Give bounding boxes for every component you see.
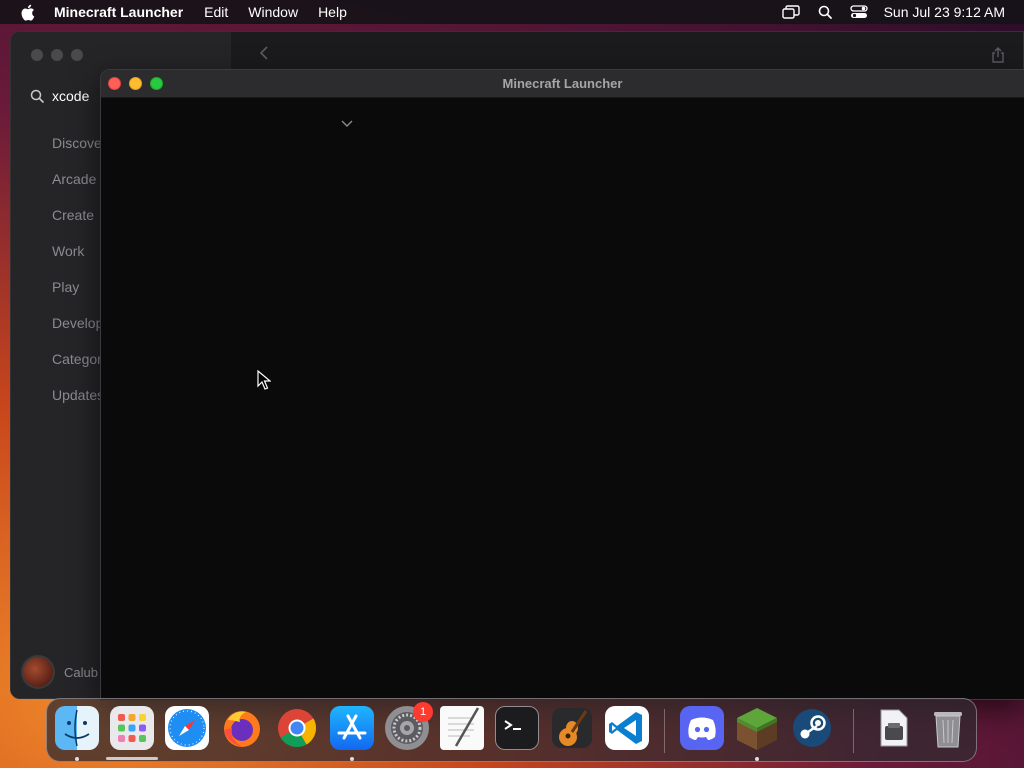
scroll-indicator	[106, 757, 158, 760]
chevron-down-icon	[341, 120, 353, 127]
menu-bar: Minecraft Launcher Edit Window Help Sun …	[0, 0, 1024, 24]
apple-logo-icon	[21, 4, 34, 21]
dock	[46, 698, 977, 762]
menu-window[interactable]: Window	[238, 4, 308, 20]
firefox-icon[interactable]	[220, 706, 264, 750]
window-controls	[108, 77, 163, 90]
user-name: Calub	[64, 664, 98, 680]
title-bar[interactable]: Minecraft Launcher	[101, 70, 1024, 98]
share-button[interactable]	[991, 46, 1005, 68]
minimize-button[interactable]	[51, 49, 63, 61]
close-button[interactable]	[108, 77, 121, 90]
menu-clock[interactable]: Sun Jul 23 9:12 AM	[876, 4, 1024, 20]
safari-icon[interactable]	[165, 706, 209, 750]
zoom-button[interactable]	[71, 49, 83, 61]
minecraft-launcher-window: Minecraft Launcher	[100, 69, 1024, 700]
window-title: Minecraft Launcher	[502, 76, 623, 91]
screen-mirroring-icon[interactable]	[774, 5, 808, 19]
menu-edit[interactable]: Edit	[194, 4, 238, 20]
steam-icon[interactable]	[790, 706, 834, 750]
chevron-left-icon	[259, 46, 268, 60]
spotlight-search-icon[interactable]	[808, 5, 842, 19]
garageband-icon[interactable]	[550, 706, 594, 750]
apple-menu[interactable]	[0, 1, 54, 24]
minecraft-icon[interactable]	[735, 706, 779, 750]
back-button[interactable]	[259, 45, 269, 66]
terminal-icon[interactable]	[495, 706, 539, 750]
discord-icon[interactable]	[680, 706, 724, 750]
menu-help[interactable]: Help	[308, 4, 357, 20]
launchpad-icon[interactable]	[110, 706, 154, 750]
app-store-icon[interactable]	[330, 706, 374, 750]
textedit-icon[interactable]	[440, 706, 484, 750]
vscode-icon[interactable]	[605, 706, 649, 750]
running-indicator	[755, 757, 759, 761]
dock-separator	[853, 709, 854, 753]
account-button[interactable]: Calub	[21, 655, 98, 689]
search-input[interactable]: xcode	[52, 88, 89, 104]
notification-badge: 1	[413, 702, 433, 722]
mouse-cursor-icon	[257, 370, 271, 390]
minimize-button[interactable]	[129, 77, 142, 90]
dock-separator	[664, 709, 665, 753]
control-center-icon[interactable]	[842, 5, 876, 19]
dropdown-toggle[interactable]	[341, 115, 353, 133]
running-indicator	[75, 757, 79, 761]
avatar	[21, 655, 55, 689]
app-store-window-controls	[31, 49, 83, 61]
chrome-icon[interactable]	[275, 706, 319, 750]
preview-icon[interactable]	[871, 706, 915, 750]
running-indicator	[350, 757, 354, 761]
share-icon	[992, 47, 1004, 63]
search-icon	[30, 89, 44, 103]
trash-icon[interactable]	[926, 706, 970, 750]
zoom-button[interactable]	[150, 77, 163, 90]
close-button[interactable]	[31, 49, 43, 61]
menu-app-name[interactable]: Minecraft Launcher	[54, 4, 194, 20]
finder-icon[interactable]	[55, 706, 99, 750]
